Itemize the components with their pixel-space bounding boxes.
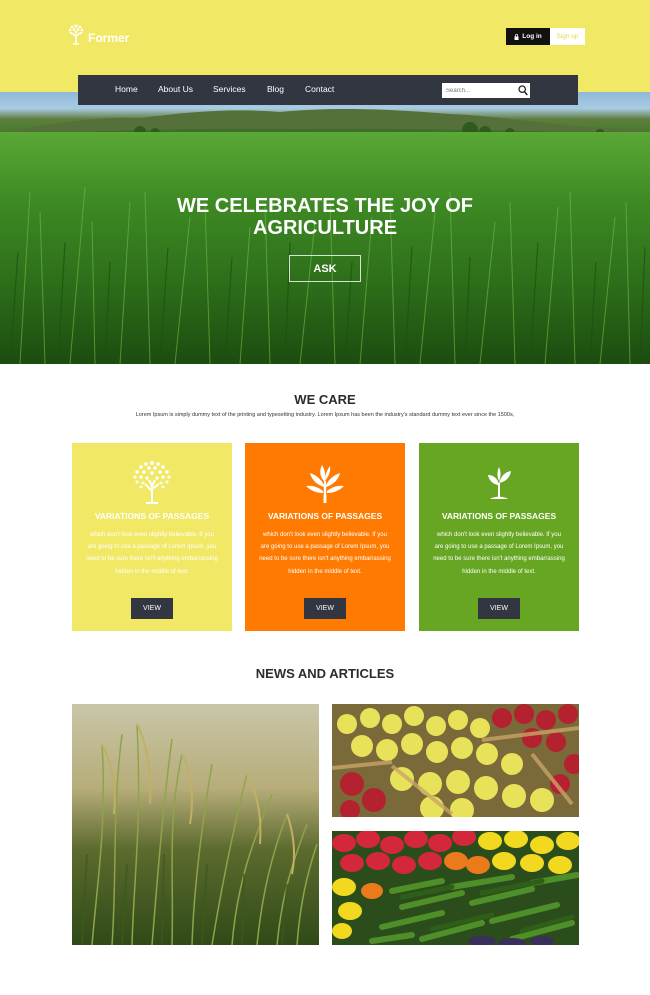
signup-button[interactable]: Sign up	[550, 28, 585, 45]
nav-item-home[interactable]: Home	[115, 84, 138, 94]
nav-item-blog[interactable]: Blog	[267, 84, 284, 94]
login-button[interactable]: Log in	[506, 28, 550, 45]
hero-banner: WE CELEBRATES THE JOY OF AGRICULTURE ASK	[0, 92, 650, 364]
ask-button[interactable]: ASK	[289, 255, 361, 282]
view-button[interactable]: VIEW	[131, 598, 173, 619]
card-title: VARIATIONS OF PASSAGES	[441, 511, 557, 521]
apples-image	[332, 704, 579, 817]
rice-field-image	[72, 704, 319, 945]
card-title: VARIATIONS OF PASSAGES	[267, 511, 383, 521]
search-icon[interactable]	[518, 85, 528, 96]
care-section-description: Lorem Ipsum is simply dummy text of the …	[135, 412, 515, 418]
card-text: which don't look even slightly believabl…	[86, 532, 218, 575]
nav-item-about[interactable]: About Us	[158, 84, 193, 94]
tree-logo-icon	[68, 24, 84, 45]
hero-title-line1: WE CELEBRATES THE JOY OF	[177, 195, 473, 217]
search-input[interactable]	[442, 83, 516, 98]
tree-icon	[133, 461, 171, 504]
card-text: which don't look even slightly believabl…	[433, 532, 565, 575]
news-section-title: NEWS AND ARTICLES	[255, 666, 395, 681]
news-image-rice[interactable]	[72, 704, 319, 945]
care-card-2: VARIATIONS OF PASSAGES which don't look …	[245, 443, 405, 631]
card-title: VARIATIONS OF PASSAGES	[94, 511, 210, 521]
news-image-apples[interactable]	[332, 704, 579, 817]
signup-label: Sign up	[556, 33, 579, 40]
care-section-title: WE CARE	[294, 392, 356, 407]
brand-name: Former	[88, 31, 130, 45]
nav-item-contact[interactable]: Contact	[305, 84, 334, 94]
view-button[interactable]: VIEW	[478, 598, 520, 619]
nav-item-services[interactable]: Services	[213, 84, 246, 94]
sprout-icon	[488, 467, 511, 499]
hero-grass-image	[0, 132, 650, 364]
hero-title: WE CELEBRATES THE JOY OF AGRICULTURE	[0, 195, 650, 239]
card-text: which don't look even slightly believabl…	[259, 532, 391, 575]
care-card-3: VARIATIONS OF PASSAGES which don't look …	[419, 443, 579, 631]
logo[interactable]: Former	[66, 22, 129, 46]
view-button[interactable]: VIEW	[304, 598, 346, 619]
care-card-1: VARIATIONS OF PASSAGES which don't look …	[72, 443, 232, 631]
plant-icon	[306, 465, 344, 503]
search-box	[442, 83, 530, 98]
hero-title-line2: AGRICULTURE	[252, 217, 398, 239]
news-image-peppers[interactable]	[332, 831, 579, 945]
peppers-image	[332, 831, 579, 945]
lock-icon	[514, 33, 519, 40]
login-label: Log in	[522, 33, 542, 40]
